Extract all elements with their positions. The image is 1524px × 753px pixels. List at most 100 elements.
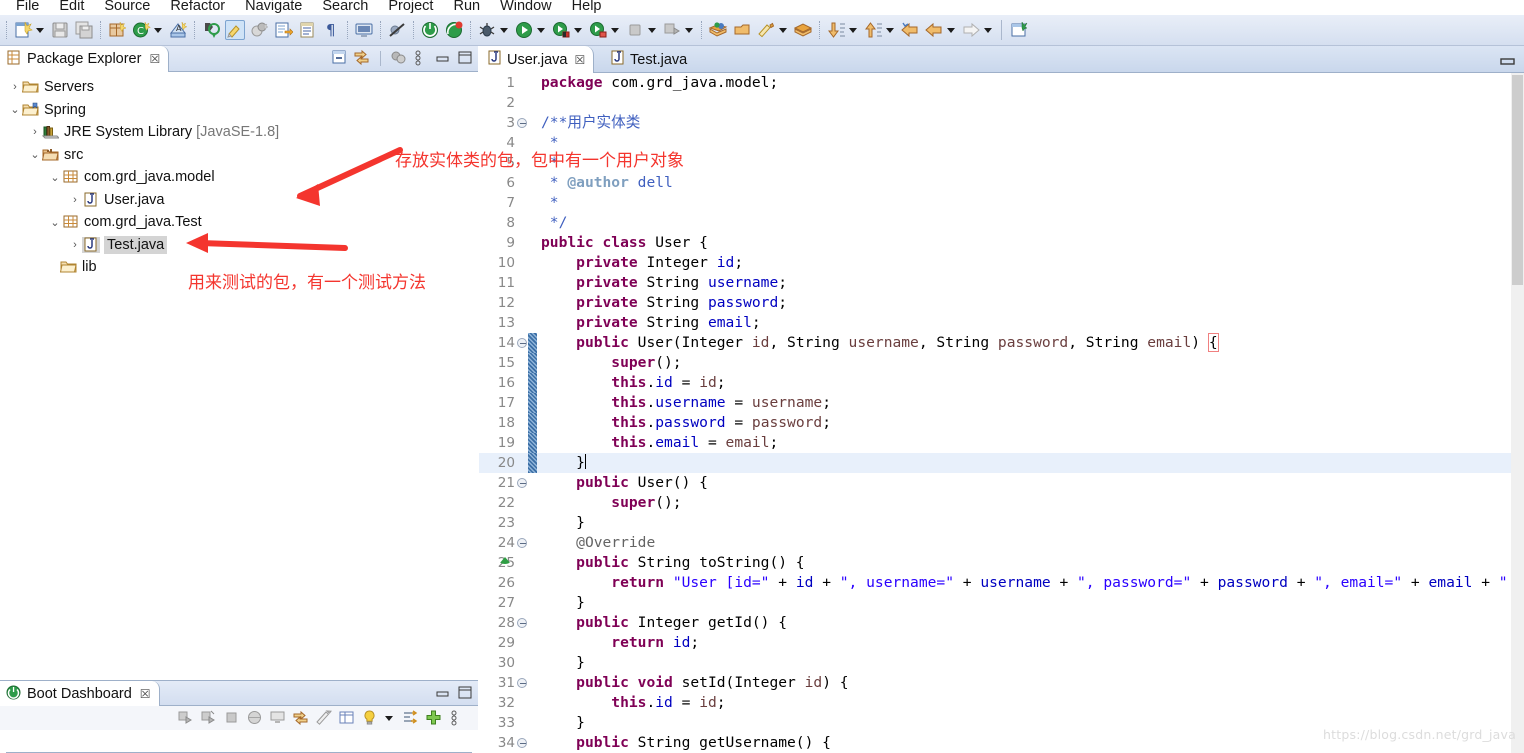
run-icon[interactable] xyxy=(514,20,534,40)
previous-annotation-arrow[interactable] xyxy=(886,27,894,33)
run-server-dropdown-arrow[interactable] xyxy=(574,27,582,33)
new-wizard-icon[interactable] xyxy=(13,20,33,40)
fold-collapse-icon[interactable] xyxy=(517,738,527,748)
next-edit-arrow[interactable] xyxy=(984,27,992,33)
code-line[interactable]: 20 } xyxy=(479,453,1524,473)
fold-collapse-icon[interactable] xyxy=(517,118,527,128)
code-line[interactable]: 28 public Integer getId() { xyxy=(479,613,1524,633)
open-task-dropdown-arrow[interactable] xyxy=(779,27,787,33)
menu-item-window[interactable]: Window xyxy=(490,0,562,15)
code-line[interactable]: 1 package com.grd_java.model; xyxy=(479,73,1524,93)
code-line[interactable]: 10 private Integer id; xyxy=(479,253,1524,273)
close-icon[interactable]: ☒ xyxy=(574,53,585,67)
code-line[interactable]: 22 super(); xyxy=(479,493,1524,513)
fold-collapse-icon[interactable] xyxy=(517,678,527,688)
menu-item-help[interactable]: Help xyxy=(562,0,612,15)
run-server-icon[interactable] xyxy=(551,20,571,40)
console-icon[interactable] xyxy=(354,20,374,40)
search-icon[interactable] xyxy=(732,20,752,40)
add-icon[interactable] xyxy=(425,709,443,727)
tree-item-test-java[interactable]: › Test.java xyxy=(0,234,478,257)
menu-item-edit[interactable]: Edit xyxy=(49,0,94,15)
debug-dropdown-arrow[interactable] xyxy=(500,27,508,33)
expand-arrow-icon[interactable]: › xyxy=(68,239,82,251)
tree-item-jre-system-library[interactable]: › JRE System Library [JavaSE-1.8] xyxy=(0,121,478,144)
new-java-class-icon[interactable]: C xyxy=(131,20,151,40)
code-line[interactable]: 27 } xyxy=(479,593,1524,613)
tab-test-java[interactable]: Test.java xyxy=(602,46,695,73)
menu-item-project[interactable]: Project xyxy=(378,0,443,15)
tab-boot-dashboard[interactable]: Boot Dashboard ☒ xyxy=(0,681,160,707)
next-annotation-arrow[interactable] xyxy=(849,27,857,33)
code-line[interactable]: 18 this.password = password; xyxy=(479,413,1524,433)
new-class-dropdown-arrow[interactable] xyxy=(154,27,162,33)
code-line[interactable]: 17 this.username = username; xyxy=(479,393,1524,413)
paragraph-icon[interactable]: ¶ xyxy=(321,20,341,40)
tab-package-explorer[interactable]: Package Explorer ☒ xyxy=(0,46,170,72)
spring-icon[interactable] xyxy=(444,20,464,40)
collapse-arrow-icon[interactable]: ⌄ xyxy=(48,171,62,184)
tab-user-java[interactable]: User.java ☒ xyxy=(479,46,595,73)
menu-item-source[interactable]: Source xyxy=(94,0,160,15)
coverage-icon[interactable] xyxy=(662,20,682,40)
stop-icon[interactable] xyxy=(223,709,241,727)
code-line[interactable]: 8 */ xyxy=(479,213,1524,233)
collapse-arrow-icon[interactable]: ⌄ xyxy=(8,103,22,116)
relaunch-icon[interactable] xyxy=(292,709,310,727)
code-line[interactable]: 15 super(); xyxy=(479,353,1524,373)
open-task-icon[interactable] xyxy=(756,20,776,40)
new-java-package-icon[interactable] xyxy=(107,20,127,40)
save-icon[interactable] xyxy=(50,20,70,40)
new-dropdown-arrow[interactable] xyxy=(36,27,44,33)
fold-collapse-icon[interactable] xyxy=(517,338,527,348)
save-all-icon[interactable] xyxy=(74,20,94,40)
new-annotation-icon[interactable]: A xyxy=(168,20,188,40)
collapse-arrow-icon[interactable]: ⌄ xyxy=(28,148,42,161)
run-dropdown-arrow[interactable] xyxy=(537,27,545,33)
debug-icon[interactable] xyxy=(200,709,218,727)
profile-icon[interactable] xyxy=(588,20,608,40)
menu-item-run[interactable]: Run xyxy=(443,0,490,15)
spring-boot-icon[interactable] xyxy=(420,20,440,40)
edit-icon[interactable] xyxy=(315,709,333,727)
minimize-icon[interactable] xyxy=(1500,54,1516,65)
code-line[interactable]: 24 @Override xyxy=(479,533,1524,553)
expand-arrow-icon[interactable]: › xyxy=(28,126,42,138)
code-line[interactable]: 16 this.id = id; xyxy=(479,373,1524,393)
view-menu-icon[interactable] xyxy=(448,709,466,727)
filter-icon[interactable] xyxy=(402,709,420,727)
code-line[interactable]: 21 public User() { xyxy=(479,473,1524,493)
previous-annotation-icon[interactable] xyxy=(863,20,883,40)
toggle-markoccurrences-icon[interactable] xyxy=(225,20,245,40)
start-icon[interactable] xyxy=(177,709,195,727)
code-line[interactable]: 3 /**用户实体类 xyxy=(479,113,1524,133)
menu-item-file[interactable]: File xyxy=(6,0,49,15)
menu-item-search[interactable]: Search xyxy=(312,0,378,15)
export-icon[interactable] xyxy=(273,20,293,40)
close-icon[interactable]: ☒ xyxy=(149,52,160,66)
code-line[interactable]: 19 this.email = email; xyxy=(479,433,1524,453)
code-line[interactable]: 26 return "User [id=" + id + ", username… xyxy=(479,573,1524,593)
collapse-arrow-icon[interactable]: ⌄ xyxy=(48,216,62,229)
code-line[interactable]: 2 xyxy=(479,93,1524,113)
tree-item-user-java[interactable]: › User.java xyxy=(0,189,478,212)
fold-collapse-icon[interactable] xyxy=(517,618,527,628)
next-annotation-icon[interactable] xyxy=(826,20,846,40)
properties-icon[interactable] xyxy=(338,709,356,727)
menu-item-navigate[interactable]: Navigate xyxy=(235,0,312,15)
fold-collapse-icon[interactable] xyxy=(517,478,527,488)
minimize-icon[interactable] xyxy=(434,49,452,67)
tree-item-servers[interactable]: › Servers xyxy=(0,76,478,99)
open-console-icon[interactable] xyxy=(269,709,287,727)
tree-item-package-com-grd-java-test[interactable]: ⌄ com.grd_java.Test xyxy=(0,211,478,234)
tree-item-spring[interactable]: ⌄ Spring xyxy=(0,99,478,122)
editor-vertical-scrollbar[interactable] xyxy=(1511,73,1524,753)
coverage-dropdown-arrow[interactable] xyxy=(685,27,693,33)
filters-icon[interactable] xyxy=(390,49,408,67)
close-icon[interactable]: ☒ xyxy=(140,687,151,701)
code-line[interactable]: 30 } xyxy=(479,653,1524,673)
code-line[interactable]: 25 public String toString() { xyxy=(479,553,1524,573)
code-line[interactable]: 11 private String username; xyxy=(479,273,1524,293)
properties-icon[interactable] xyxy=(297,20,317,40)
forward-icon[interactable] xyxy=(924,20,944,40)
